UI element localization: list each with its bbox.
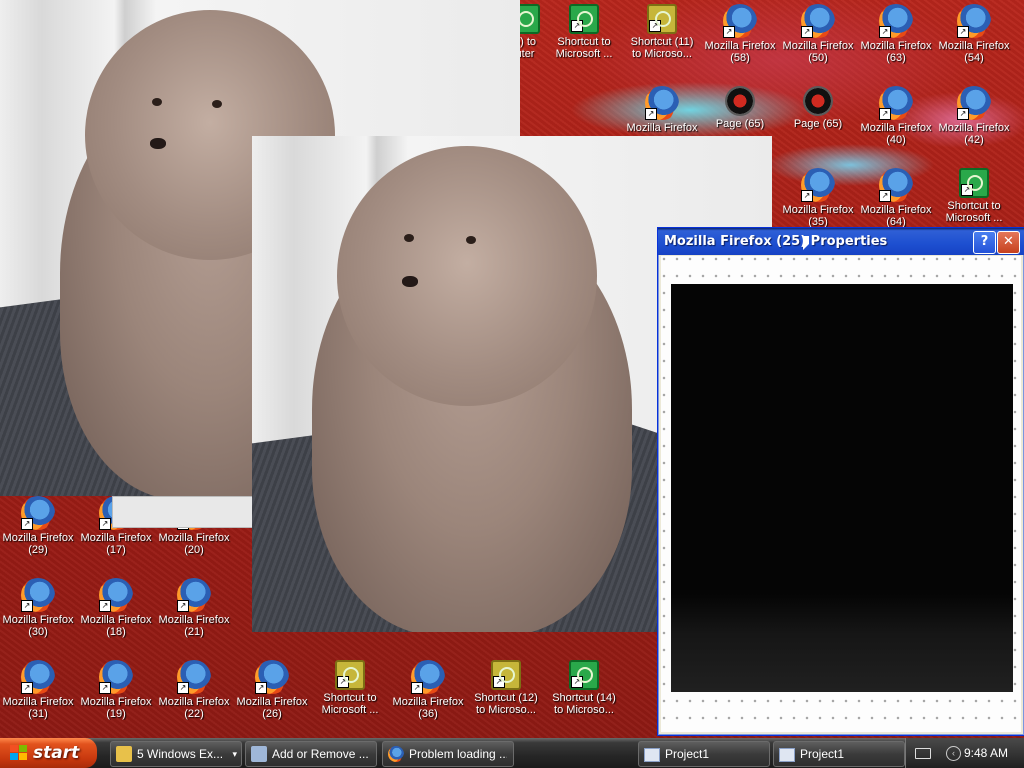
firefox-icon: ↗ — [21, 660, 55, 694]
system-tray: ‹ 9:48 AM — [905, 738, 1024, 768]
firefox-icon: ↗ — [879, 168, 913, 202]
firefox-icon: ↗ — [957, 4, 991, 38]
shortcut-icon: ↗ — [569, 4, 599, 34]
page-icon — [725, 86, 755, 116]
firefox-icon: ↗ — [177, 660, 211, 694]
windows-logo-icon — [10, 745, 27, 761]
control-panel-icon — [251, 746, 267, 762]
firefox-icon: ↗ — [723, 4, 757, 38]
taskbar-button[interactable]: 5 Windows Ex... ▾ — [110, 741, 242, 767]
desktop-icon[interactable]: ↗ Mozilla Firefox (42) — [937, 86, 1011, 146]
desktop-icon[interactable]: ↗ Mozilla Firefox (40) — [859, 86, 933, 146]
window-icon — [779, 748, 795, 762]
desktop-icon[interactable]: ↗ Mozilla Firefox (54) — [937, 4, 1011, 64]
blank-window-fragment — [112, 496, 254, 528]
firefox-icon: ↗ — [177, 578, 211, 612]
folder-icon — [116, 746, 132, 762]
firefox-icon — [388, 746, 404, 762]
page-icon — [803, 86, 833, 116]
desktop-icon[interactable]: ↗ Mozilla Firefox (30) — [1, 578, 75, 638]
help-button[interactable]: ? — [973, 231, 996, 254]
shortcut-icon: ↗ — [335, 660, 365, 690]
dialog-title: Mozilla Firefox (25) Properties — [664, 234, 888, 249]
firefox-icon: ↗ — [801, 4, 835, 38]
desktop-icon[interactable]: ↗ Shortcut (11) to Microso... — [625, 4, 699, 60]
taskbar-button[interactable]: Add or Remove ... — [245, 741, 377, 767]
firefox-icon: ↗ — [645, 86, 679, 120]
start-label: start — [33, 743, 80, 763]
desktop-icon[interactable]: ↗ Shortcut to Microsoft ... — [313, 660, 387, 716]
taskbar-button[interactable]: Problem loading ... — [382, 741, 514, 767]
show-hidden-icons-icon[interactable]: ‹ — [946, 746, 961, 761]
dialog-title-bar[interactable]: Mozilla Firefox (25) Properties ? ✕ — [658, 228, 1024, 255]
desktop-icon[interactable]: ↗ Mozilla Firefox (22) — [157, 660, 231, 720]
firefox-icon: ↗ — [99, 660, 133, 694]
desktop-icon[interactable]: ↗ Mozilla Firefox (21) — [157, 578, 231, 638]
firefox-icon: ↗ — [957, 86, 991, 120]
firefox-icon: ↗ — [879, 86, 913, 120]
dialog-body — [661, 256, 1021, 732]
unrendered-content-area — [671, 284, 1013, 692]
desktop-icon[interactable]: ↗ Shortcut to Microsoft ... — [547, 4, 621, 60]
shortcut-icon: ↗ — [647, 4, 677, 34]
shortcut-icon: ↗ — [569, 660, 599, 690]
desktop-icon[interactable]: ↗ Mozilla Firefox (35) — [781, 168, 855, 228]
firefox-icon: ↗ — [21, 496, 55, 530]
desktop-icon[interactable]: ↗ Mozilla Firefox (50) — [781, 4, 855, 64]
desktop-icon[interactable]: ↗ Mozilla Firefox (18) — [79, 578, 153, 638]
desktop-icon[interactable]: ↗ Shortcut to Microsoft ... — [937, 168, 1011, 224]
shortcut-icon: ↗ — [959, 168, 989, 198]
firefox-icon: ↗ — [255, 660, 289, 694]
window-icon — [644, 748, 660, 762]
desktop-icon[interactable]: ↗ Mozilla Firefox — [625, 86, 699, 134]
keyboard-icon[interactable] — [915, 748, 931, 759]
desktop-icon[interactable]: ↗ Mozilla Firefox (31) — [1, 660, 75, 720]
firefox-icon: ↗ — [99, 578, 133, 612]
start-button[interactable]: start — [0, 738, 97, 768]
desktop-icon[interactable]: ↗ Shortcut (12) to Microso... — [469, 660, 543, 716]
desktop-icon[interactable]: ↗ Mozilla Firefox (26) — [235, 660, 309, 720]
taskbar-button[interactable]: Project1 — [638, 741, 770, 767]
firefox-icon: ↗ — [801, 168, 835, 202]
taskbar-button[interactable]: Project1 — [773, 741, 905, 767]
clock[interactable]: 9:48 AM — [964, 738, 1008, 768]
close-button[interactable]: ✕ — [997, 231, 1020, 254]
desktop-icon[interactable]: ↗ Mozilla Firefox (58) — [703, 4, 777, 64]
firefox-icon: ↗ — [411, 660, 445, 694]
desktop-icon[interactable]: Page (65) — [703, 86, 777, 130]
mouse-cursor-icon — [803, 236, 809, 250]
desktop-icon[interactable]: ↗ Mozilla Firefox (64) — [859, 168, 933, 228]
firefox-icon: ↗ — [879, 4, 913, 38]
desktop-icon[interactable]: ↗ Mozilla Firefox (29) — [1, 496, 75, 556]
chevron-down-icon: ▾ — [232, 749, 237, 759]
firefox-icon: ↗ — [21, 578, 55, 612]
properties-dialog: Mozilla Firefox (25) Properties ? ✕ — [657, 227, 1024, 736]
desktop-icon[interactable]: ↗ Mozilla Firefox (19) — [79, 660, 153, 720]
desktop-icon[interactable]: ↗ Mozilla Firefox (63) — [859, 4, 933, 64]
shortcut-icon: ↗ — [491, 660, 521, 690]
desktop-icon[interactable]: ↗ Shortcut (14) to Microso... — [547, 660, 621, 716]
taskbar: start 5 Windows Ex... ▾ Add or Remove ..… — [0, 738, 1024, 768]
desktop-icon[interactable]: Page (65) — [781, 86, 855, 130]
desktop-icon[interactable]: ↗ Mozilla Firefox (36) — [391, 660, 465, 720]
